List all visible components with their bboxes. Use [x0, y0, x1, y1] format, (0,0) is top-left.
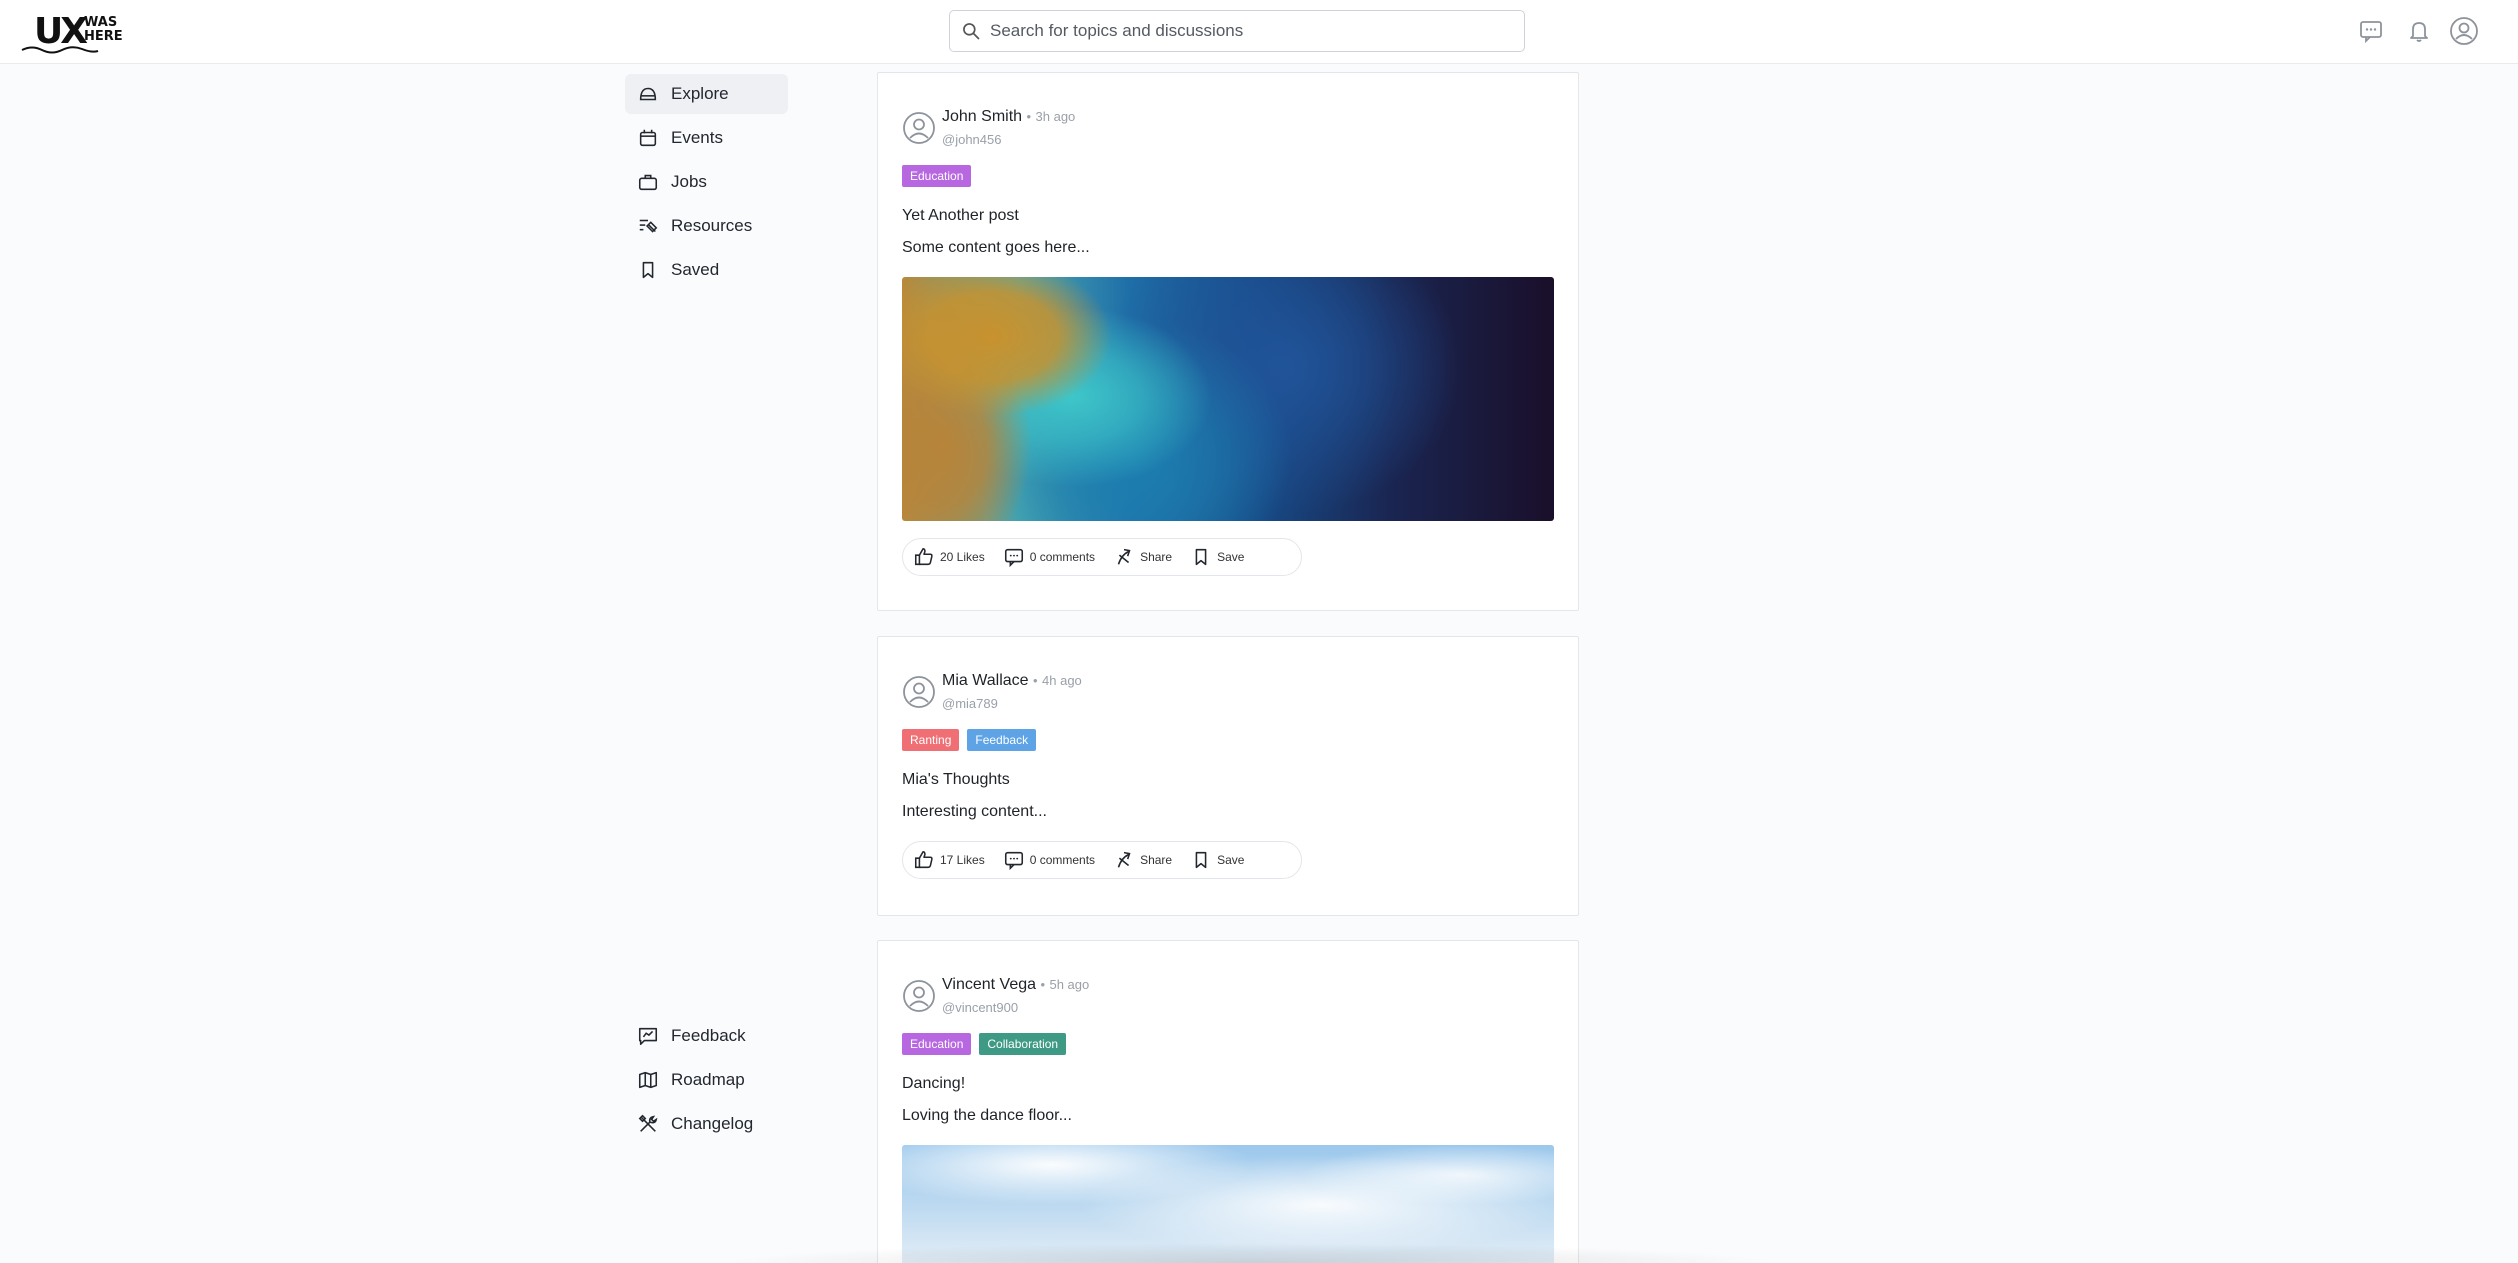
- save-button[interactable]: Save: [1190, 849, 1244, 871]
- sidebar-item-label: Feedback: [671, 1026, 746, 1045]
- share-button[interactable]: Share: [1113, 849, 1172, 871]
- sidebar-item-changelog[interactable]: Changelog: [625, 1104, 788, 1144]
- avatar[interactable]: [902, 111, 936, 145]
- home-icon: [639, 87, 657, 101]
- sidebar-item-label: Resources: [671, 216, 753, 235]
- logo[interactable]: UX WAS HERE: [20, 10, 130, 54]
- comments-button[interactable]: 0 comments: [1003, 546, 1095, 568]
- post-excerpt: Some content goes here...: [902, 239, 1090, 256]
- sidebar-item-label: Changelog: [671, 1114, 754, 1133]
- sidebar-item-label: Saved: [671, 260, 720, 279]
- post-card: John Smith • 3h ago @john456 Education Y…: [877, 72, 1579, 611]
- post-time: 4h ago: [1042, 673, 1082, 688]
- sidebar-item-jobs[interactable]: Jobs: [625, 162, 788, 202]
- post-time: 3h ago: [1035, 109, 1076, 124]
- post-time: 5h ago: [1049, 977, 1090, 992]
- post-tags: Education Collaboration: [902, 1033, 1067, 1055]
- post-handle: @john456: [942, 132, 1002, 147]
- tag-ranting[interactable]: Ranting: [902, 729, 960, 751]
- post-author[interactable]: John Smith • 3h ago: [942, 108, 1075, 126]
- like-button[interactable]: 20 Likes: [913, 546, 985, 568]
- post-tags: Education: [902, 165, 972, 187]
- comment-icon: [1004, 851, 1023, 871]
- post-author[interactable]: Vincent Vega • 5h ago: [942, 976, 1089, 994]
- search-icon: [963, 23, 980, 40]
- tag-education[interactable]: Education: [902, 165, 972, 187]
- thumbs-up-icon: [914, 547, 933, 566]
- comments-button[interactable]: 0 comments: [1003, 849, 1095, 871]
- tag-education[interactable]: Education: [902, 1033, 972, 1055]
- avatar[interactable]: [902, 675, 936, 709]
- post-title[interactable]: Mia's Thoughts: [902, 771, 1010, 789]
- sidebar-item-events[interactable]: Events: [625, 118, 788, 158]
- logo-subtext: WAS HERE: [84, 15, 123, 44]
- share-button[interactable]: Share: [1113, 546, 1172, 568]
- post-actions: 17 Likes 0 comments Share Save: [902, 841, 1302, 879]
- post-title[interactable]: Yet Another post: [902, 207, 1019, 225]
- sidebar-item-label: Events: [671, 128, 723, 147]
- search-input[interactable]: [990, 11, 1510, 51]
- sidebar-item-feedback[interactable]: Feedback: [625, 1016, 788, 1056]
- bookmark-icon: [1195, 548, 1207, 566]
- tag-collaboration[interactable]: Collaboration: [979, 1033, 1067, 1055]
- message-icon[interactable]: [2356, 16, 2386, 46]
- bookmark-icon: [642, 261, 654, 279]
- avatar[interactable]: [902, 979, 936, 1013]
- comment-icon: [1004, 548, 1023, 568]
- user-icon[interactable]: [2449, 16, 2479, 46]
- calendar-icon: [639, 129, 657, 147]
- post-card: Vincent Vega • 5h ago @vincent900 Educat…: [877, 940, 1579, 1263]
- thumbs-up-icon: [914, 850, 933, 869]
- tools-icon: [638, 1114, 658, 1132]
- top-header: UX WAS HERE: [0, 0, 2518, 64]
- sidebar-item-label: Explore: [671, 84, 729, 103]
- post-excerpt: Interesting content...: [902, 803, 1047, 820]
- post-author[interactable]: Mia Wallace • 4h ago: [942, 672, 1082, 690]
- feedback-icon: [638, 1027, 658, 1046]
- share-icon: [1117, 851, 1131, 868]
- bookmark-icon: [1195, 851, 1207, 869]
- post-tags: Ranting Feedback: [902, 729, 1037, 751]
- logo-scribble-icon: [21, 46, 99, 54]
- sidebar-item-explore[interactable]: Explore: [625, 74, 788, 114]
- map-icon: [638, 1071, 658, 1089]
- tag-feedback[interactable]: Feedback: [967, 729, 1037, 751]
- share-icon: [1117, 548, 1131, 565]
- sidebar-item-resources[interactable]: Resources: [625, 206, 788, 246]
- bell-icon[interactable]: [2404, 16, 2434, 46]
- post-image[interactable]: [902, 277, 1554, 521]
- scroll-shadow: [720, 1243, 1780, 1263]
- sidebar-item-label: Jobs: [671, 172, 707, 191]
- briefcase-icon: [638, 174, 658, 191]
- search-bar[interactable]: [949, 10, 1525, 52]
- post-excerpt: Loving the dance floor...: [902, 1107, 1072, 1124]
- sidebar-item-roadmap[interactable]: Roadmap: [625, 1060, 788, 1100]
- sidebar-item-saved[interactable]: Saved: [625, 250, 788, 290]
- like-button[interactable]: 17 Likes: [913, 849, 985, 871]
- resources-icon: [639, 219, 658, 233]
- save-button[interactable]: Save: [1190, 546, 1244, 568]
- post-actions: 20 Likes 0 comments Share Save: [902, 538, 1302, 576]
- post-handle: @mia789: [942, 696, 998, 711]
- sidebar-item-label: Roadmap: [671, 1070, 745, 1089]
- post-card: Mia Wallace • 4h ago @mia789 Ranting Fee…: [877, 636, 1579, 916]
- post-handle: @vincent900: [942, 1000, 1019, 1015]
- post-title[interactable]: Dancing!: [902, 1075, 965, 1093]
